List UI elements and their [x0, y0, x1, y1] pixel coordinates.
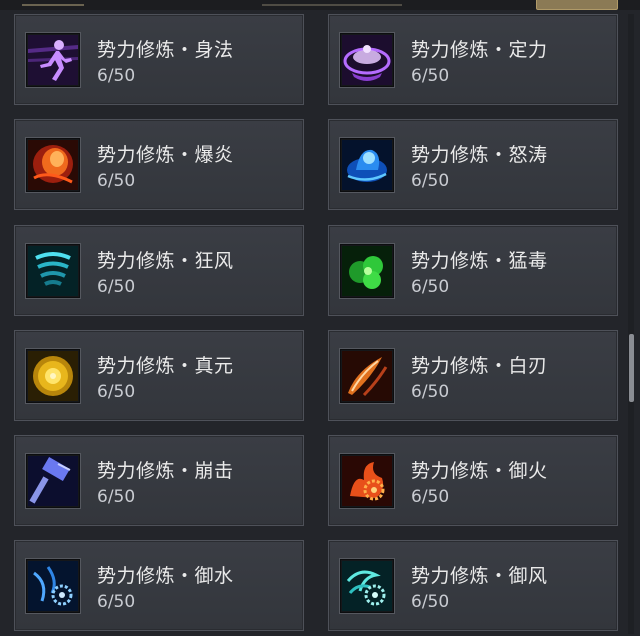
skill-card-bairen[interactable]: 势力修炼・白刃 6/50: [328, 330, 618, 421]
skill-icon-frame: [25, 348, 81, 404]
skill-icon-frame: [339, 32, 395, 88]
whirlwind-icon: [28, 246, 78, 296]
skill-progress: 6/50: [411, 592, 450, 612]
meditation-figure-icon: [342, 35, 392, 85]
skill-card-bengji[interactable]: 势力修炼・崩击 6/50: [14, 435, 304, 526]
skill-card-yushui[interactable]: 势力修炼・御水 6/50: [14, 540, 304, 631]
skill-name: 势力修炼・白刃: [411, 355, 548, 377]
war-hammer-icon: [28, 456, 78, 506]
wind-gear-icon: [342, 561, 392, 611]
skill-progress: 6/50: [411, 487, 450, 507]
golden-orb-icon: [28, 351, 78, 401]
skill-card-shenfa[interactable]: 势力修炼・身法 6/50: [14, 14, 304, 105]
blade-slash-icon: [342, 351, 392, 401]
skill-card-zhenyuan[interactable]: 势力修炼・真元 6/50: [14, 330, 304, 421]
skill-card-yuhuo[interactable]: 势力修炼・御火 6/50: [328, 435, 618, 526]
skill-progress: 6/50: [97, 277, 136, 297]
skill-icon-frame: [25, 137, 81, 193]
water-gear-icon: [28, 561, 78, 611]
skill-icon-frame: [339, 558, 395, 614]
skill-name: 势力修炼・崩击: [97, 460, 234, 482]
skill-card-mengdu[interactable]: 势力修炼・猛毒 6/50: [328, 225, 618, 316]
skill-progress: 6/50: [411, 277, 450, 297]
skill-card-baoyan[interactable]: 势力修炼・爆炎 6/50: [14, 119, 304, 210]
skill-progress: 6/50: [411, 66, 450, 86]
header-tab-fragment: [22, 0, 84, 6]
skill-progress: 6/50: [97, 171, 136, 191]
skill-icon-frame: [339, 348, 395, 404]
skill-name: 势力修炼・爆炎: [97, 144, 234, 166]
skill-card-kuangfeng[interactable]: 势力修炼・狂风 6/50: [14, 225, 304, 316]
skill-progress: 6/50: [97, 382, 136, 402]
flame-burst-icon: [28, 140, 78, 190]
scrollbar-track[interactable]: [628, 14, 634, 634]
skill-progress: 6/50: [411, 171, 450, 191]
skill-progress: 6/50: [97, 66, 136, 86]
poison-cloud-icon: [342, 246, 392, 296]
skill-name: 势力修炼・御风: [411, 565, 548, 587]
skill-card-dingli[interactable]: 势力修炼・定力 6/50: [328, 14, 618, 105]
skill-progress: 6/50: [411, 382, 450, 402]
skill-card-nutao[interactable]: 势力修炼・怒涛 6/50: [328, 119, 618, 210]
header-title-fragment: [262, 0, 402, 6]
skill-name: 势力修炼・怒涛: [411, 144, 548, 166]
skill-name: 势力修炼・御水: [97, 565, 234, 587]
skill-name: 势力修炼・真元: [97, 355, 234, 377]
skill-progress: 6/50: [97, 487, 136, 507]
skill-icon-frame: [25, 453, 81, 509]
skill-name: 势力修炼・猛毒: [411, 250, 548, 272]
skill-name: 势力修炼・狂风: [97, 250, 234, 272]
skill-icon-frame: [339, 137, 395, 193]
skill-icon-frame: [25, 243, 81, 299]
skill-progress: 6/50: [97, 592, 136, 612]
skill-name: 势力修炼・御火: [411, 460, 548, 482]
running-figure-icon: [28, 35, 78, 85]
skill-name: 势力修炼・定力: [411, 39, 548, 61]
fire-gear-icon: [342, 456, 392, 506]
skill-icon-frame: [339, 453, 395, 509]
wave-splash-icon: [342, 140, 392, 190]
skill-icon-frame: [25, 558, 81, 614]
top-header-fragment: [0, 0, 640, 10]
scrollbar-thumb[interactable]: [629, 334, 634, 402]
skill-icon-frame: [339, 243, 395, 299]
header-button-fragment[interactable]: [536, 0, 618, 10]
skill-name: 势力修炼・身法: [97, 39, 234, 61]
skill-card-yufeng[interactable]: 势力修炼・御风 6/50: [328, 540, 618, 631]
skill-icon-frame: [25, 32, 81, 88]
